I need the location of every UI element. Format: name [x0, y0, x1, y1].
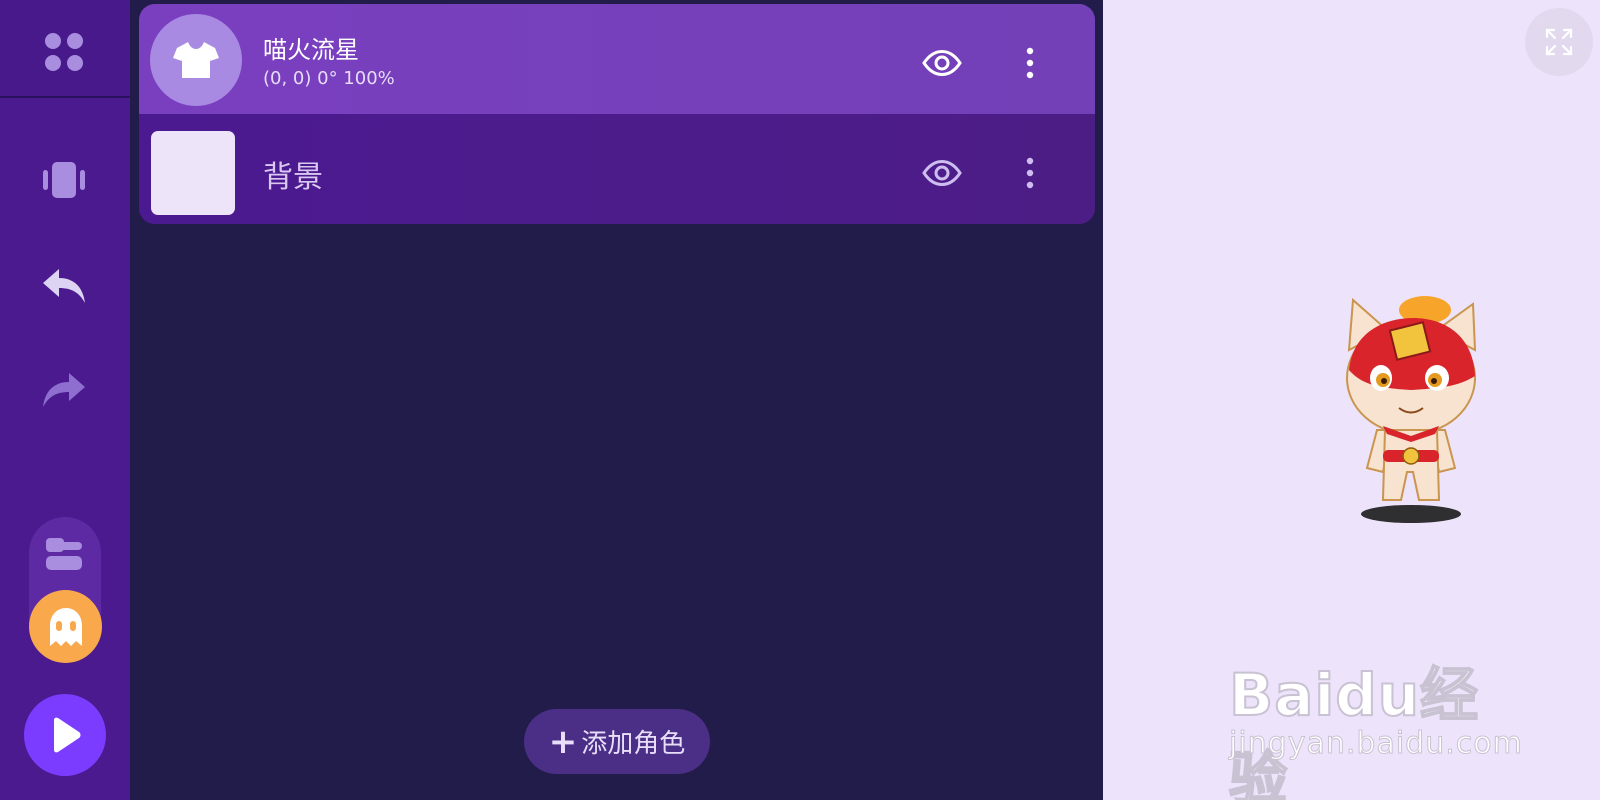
- blocks-button[interactable]: [38, 528, 90, 580]
- play-button[interactable]: [24, 694, 106, 776]
- undo-arrow-icon: [43, 269, 85, 303]
- fullscreen-button[interactable]: [1525, 8, 1593, 76]
- fullscreen-icon: [1545, 28, 1573, 56]
- redo-button[interactable]: [36, 362, 92, 418]
- phone-vibrate-icon: [43, 162, 85, 198]
- redo-arrow-icon: [43, 373, 85, 407]
- watermark-logo: Baidu经验: [1228, 660, 1480, 800]
- stage-preview[interactable]: Baidu经验 jingyan.baidu.com: [1103, 0, 1600, 800]
- toolbar-header: [0, 0, 130, 98]
- more-vertical-icon: [1026, 157, 1034, 189]
- device-button[interactable]: [36, 152, 92, 208]
- tshirt-icon: [173, 42, 219, 78]
- list-item-background[interactable]: 背景: [139, 114, 1095, 224]
- undo-button[interactable]: [36, 258, 92, 314]
- sprite-panel: 喵火流星 (0, 0) 0° 100% 背景 + 添加角色: [130, 0, 1103, 800]
- visibility-toggle[interactable]: [921, 42, 963, 84]
- blocks-icon: [46, 538, 82, 570]
- play-icon: [54, 717, 81, 753]
- apps-menu-button[interactable]: [38, 26, 90, 78]
- left-toolbar: [0, 0, 130, 800]
- ghost-icon: [49, 607, 82, 646]
- more-options-button[interactable]: [1015, 42, 1045, 84]
- background-thumbnail: [151, 131, 235, 215]
- role-ghost-button[interactable]: [29, 590, 102, 663]
- visibility-toggle[interactable]: [921, 152, 963, 194]
- more-vertical-icon: [1026, 47, 1034, 79]
- eye-icon: [922, 160, 962, 186]
- sprite-list: 喵火流星 (0, 0) 0° 100% 背景: [139, 4, 1095, 224]
- background-name: 背景: [263, 160, 323, 195]
- add-role-label: 添加角色: [581, 729, 686, 759]
- list-item-sprite[interactable]: 喵火流星 (0, 0) 0° 100%: [139, 4, 1095, 114]
- eye-icon: [922, 50, 962, 76]
- add-role-button[interactable]: + 添加角色: [524, 709, 710, 774]
- more-options-button[interactable]: [1015, 152, 1045, 194]
- sprite-transform-info: (0, 0) 0° 100%: [263, 68, 395, 89]
- plus-icon: +: [548, 721, 578, 762]
- sprite-thumbnail: [150, 14, 242, 106]
- baidu-watermark: Baidu经验 jingyan.baidu.com: [1228, 628, 1529, 800]
- grid-dots-icon: [45, 33, 83, 71]
- sprite-name: 喵火流星: [263, 36, 359, 64]
- sprite-character[interactable]: [1327, 290, 1497, 530]
- watermark-url: jingyan.baidu.com: [1229, 726, 1523, 762]
